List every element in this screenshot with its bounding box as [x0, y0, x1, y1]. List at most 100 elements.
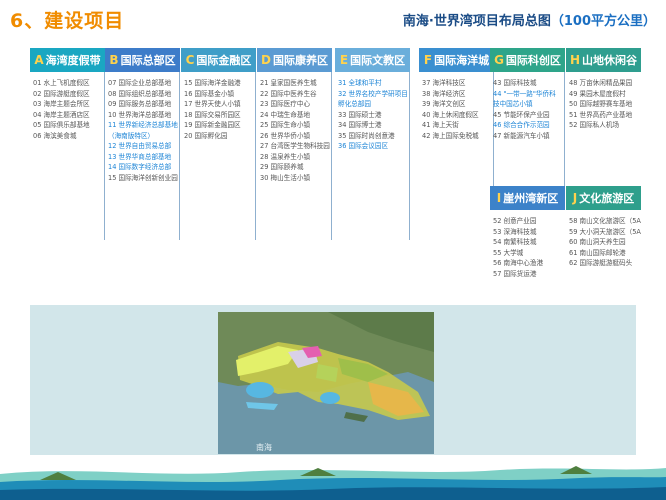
zone-item: （海南版特区） [108, 131, 155, 140]
zone-header: H 山地休闲谷 [566, 48, 641, 72]
layout-title-unit: （100平方公里） [550, 14, 656, 29]
zone-item: 54 南繁科技城 [493, 238, 537, 246]
zone-column-f: F 国际海洋城 37 海洋科技区 38 海洋经济区 39 海洋文创区 40 海上休闲度假区… [419, 48, 494, 240]
page-title: 6、建设项目 [10, 10, 125, 32]
zone-item: 46 综合合作示范园 [493, 121, 550, 129]
zone-letter: D [261, 53, 271, 67]
zone-item: 20 国际孵化园 [184, 131, 228, 140]
zone-item: 03 海岸主题会所区 [33, 100, 90, 108]
zone-column-e: E 国际文教区 31 全球和平村 32 世界名校产学研项目 孵化总部园 33 国际硕士港 3… [335, 48, 410, 240]
zone-item: 28 温泉养生小镇 [260, 152, 311, 161]
zone-name: 国际文教区 [350, 54, 406, 67]
zone-letter: I [496, 191, 502, 205]
zone-letter: C [185, 53, 195, 67]
zone-header: D 国际康养区 [257, 48, 332, 72]
zone-item: 30 梅山生活小镇 [260, 173, 311, 182]
zone-header: B 国际总部区 [105, 48, 180, 72]
zone-column-i: I 崖州湾新区 52 创意产业园 53 深海科技城 54 南繁科技城 55 大学城 56 南… [490, 186, 565, 310]
zone-item: 15 国际海洋金融港 [184, 79, 241, 87]
layout-title: 南海·世界湾项目布局总图（100平方公里） [403, 10, 656, 29]
zone-item: 18 国际交易所园区 [184, 110, 241, 119]
zone-item: 11 世界新经济总部基地 [108, 121, 178, 129]
zone-item: 10 世界海洋总部基地 [108, 110, 172, 119]
wave-graphic [0, 460, 666, 500]
zone-name: 国际总部区 [120, 54, 176, 67]
zone-letter: F [423, 53, 433, 67]
zone-item: 33 国际硕士港 [338, 110, 382, 119]
zone-item-list: 01 水上飞机度假区 02 国际游艇度假区 03 海岸主题会所区 04 海岸主题酒店区… [30, 72, 105, 240]
sea-label: 南海 [256, 443, 272, 452]
zone-item: 43 国际科技城 [493, 79, 537, 87]
zone-header: F 国际海洋城 [419, 48, 494, 72]
zone-letter: J [572, 191, 578, 205]
zone-item-list: 07 国际企业总部基地 08 国际组织总部基地 09 国际服务总部基地 10 世界海洋… [105, 72, 180, 240]
zone-item: 22 国际中医养生谷 [260, 89, 317, 98]
zone-name: 国际科创区 [505, 54, 561, 67]
zone-letter: A [34, 53, 44, 67]
zone-item: 45 节能环保产业园 [493, 110, 550, 119]
zone-item-list: 58 南山文化旅游区（5A级） 59 大小洞天旅游区（5A级） 60 南山洞天养生园… [566, 210, 641, 310]
zone-name: 海湾度假带 [45, 54, 101, 67]
zone-column-j: J文化旅游区 58 南山文化旅游区（5A级） 59 大小洞天旅游区（5A级） 60 南… [566, 186, 641, 310]
zone-item: 48 万亩休闲精品果园 [569, 79, 633, 87]
zone-item: 59 大小洞天旅游区（5A级） [569, 227, 641, 236]
zone-item-list: 21 皇家国医养生城 22 国际中医养生谷 23 国际医疗中心 24 中瑞生命基地 25… [257, 72, 332, 240]
zone-item: 34 国际博士港 [338, 121, 382, 129]
zone-item: 36 国际会议园区 [338, 142, 389, 150]
zone-column-c: C 国际金融区 15 国际海洋金融港 16 国际基金小镇 17 世界天使人小镇 18 国际… [181, 48, 256, 240]
zone-item: 09 国际服务总部基地 [108, 100, 172, 108]
zone-item: 61 南山国际邮轮港 [569, 248, 626, 257]
zone-item: 孵化总部园 [338, 100, 371, 108]
zone-header: J 文化旅游区 [566, 186, 641, 210]
zone-item: 35 国际时尚创意港 [338, 131, 395, 140]
zone-item: 58 南山文化旅游区（5A级） [569, 217, 641, 225]
zone-item: 42 海上国际免税城 [422, 131, 479, 140]
zone-header: C 国际金融区 [181, 48, 256, 72]
zone-item: 26 世界华侨小镇 [260, 131, 311, 140]
zone-item: 52 国际私人机场 [569, 121, 620, 129]
zone-item: 12 世界自由贸易总部 [108, 142, 172, 150]
zone-item: 53 深海科技城 [493, 227, 537, 236]
zone-item: 01 水上飞机度假区 [33, 79, 90, 87]
zone-item: 21 皇家国医养生城 [260, 79, 317, 87]
zone-item: 13 世界华商总部基地 [108, 152, 172, 161]
zone-name: 国际海洋城 [434, 54, 490, 67]
zone-column-b: B 国际总部区 07 国际企业总部基地 08 国际组织总部基地 09 国际服务总部基地 1… [105, 48, 180, 240]
zone-item: 57 国际货运港 [493, 269, 537, 278]
zone-item: 05 国际俱乐部基地 [33, 121, 90, 129]
zone-letter: G [494, 53, 504, 67]
zone-item: 15 国际海洋创新创业园 [108, 173, 178, 182]
zone-item: 47 新能源汽车小镇 [493, 131, 550, 140]
zone-header: G 国际科创区 [490, 48, 565, 72]
zone-item: 56 南海中心渔港 [493, 259, 544, 267]
zone-name: 山地休闲谷 [582, 54, 638, 67]
zone-item: 40 海上休闲度假区 [422, 110, 479, 119]
zone-column-d: D 国际康养区 21 皇家国医养生城 22 国际中医养生谷 23 国际医疗中心 24 中瑞… [257, 48, 332, 240]
zone-item: 51 世界高药产业基地 [569, 110, 633, 119]
zone-item: 27 台湾医学生物科技园 [260, 142, 330, 150]
zone-item: 06 海滨美食城 [33, 131, 77, 140]
zone-item: 32 世界名校产学研项目 [338, 89, 408, 98]
zone-item: 25 国际生命小镇 [260, 121, 311, 129]
map-graphic [218, 312, 434, 454]
zone-letter: E [339, 53, 349, 67]
zone-item: 19 国际新金融园区 [184, 121, 241, 129]
zone-item: 37 海洋科技区 [422, 79, 466, 87]
layout-title-text: 南海·世界湾项目布局总图 [402, 14, 551, 29]
zone-name: 文化旅游区 [579, 192, 635, 205]
zone-name: 国际金融区 [196, 54, 252, 67]
zone-item: 24 中瑞生命基地 [260, 110, 311, 119]
zone-item-list: 15 国际海洋金融港 16 国际基金小镇 17 世界天使人小镇 18 国际交易所园区 1… [181, 72, 256, 240]
zone-item: 49 果园木屋度假村 [569, 89, 626, 98]
zone-item: 17 世界天使人小镇 [184, 100, 241, 108]
zone-item: 04 海岸主题酒店区 [33, 110, 90, 119]
zone-item-list: 52 创意产业园 53 深海科技城 54 南繁科技城 55 大学城 56 南海中心渔港 5… [490, 210, 565, 310]
zone-name: 崖州湾新区 [503, 192, 559, 205]
zone-item: 08 国际组织总部基地 [108, 89, 172, 98]
zone-letter: H [569, 53, 581, 67]
zone-header: A 海湾度假带 [30, 48, 105, 72]
zone-item-list: 31 全球和平村 32 世界名校产学研项目 孵化总部园 33 国际硕士港 34 国际博士… [335, 72, 410, 240]
zone-name: 国际康养区 [272, 54, 328, 67]
zone-item: 14 国际数字经济总部 [108, 163, 172, 171]
zone-item: 23 国际医疗中心 [260, 100, 311, 108]
